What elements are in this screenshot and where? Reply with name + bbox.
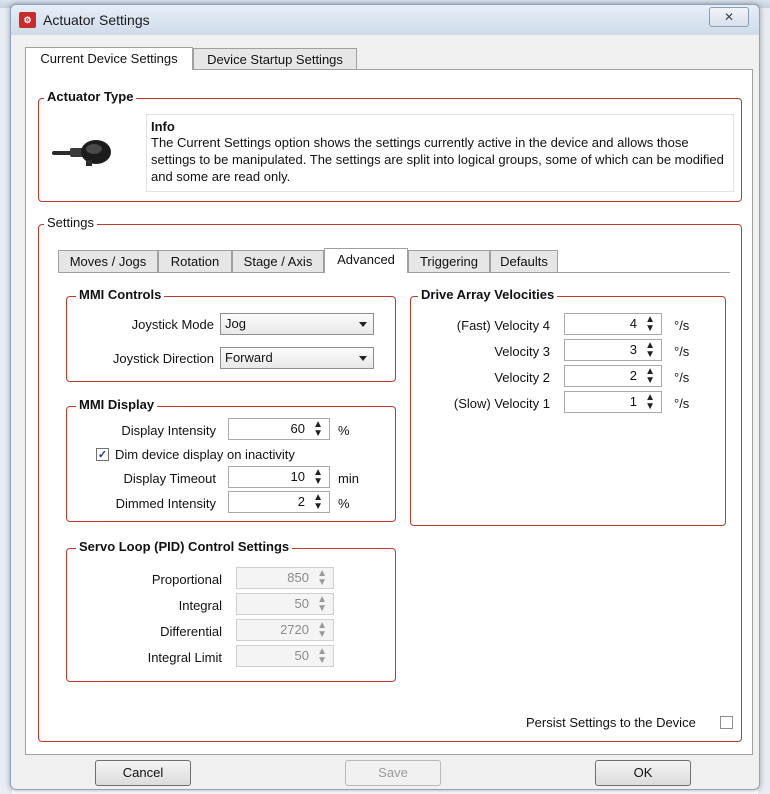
velocity-3-unit: °/s (674, 344, 690, 359)
velocity-4-label: (Fast) Velocity 4 (456, 318, 550, 333)
spinner-arrows-icon[interactable]: ▲ ▼ (313, 468, 323, 487)
close-button[interactable]: ✕ (709, 7, 749, 27)
differential-input: 2720 ▲ ▼ (236, 619, 334, 641)
dim-display-checkbox[interactable]: ✓ (96, 448, 109, 461)
velocity-1-unit: °/s (674, 396, 690, 411)
velocity-2-value: 2 (629, 368, 637, 383)
tab-device-startup-settings[interactable]: Device Startup Settings (193, 48, 357, 69)
chevron-down-icon (359, 322, 367, 327)
spinner-arrows-icon[interactable]: ▲ ▼ (645, 367, 655, 386)
spinner-arrows-icon[interactable]: ▲ ▼ (313, 420, 323, 439)
dim-display-label: Dim device display on inactivity (115, 447, 295, 462)
differential-label: Differential (160, 624, 222, 639)
spinner-arrows-icon: ▲ ▼ (317, 568, 327, 588)
actuator-type-legend: Actuator Type (44, 89, 137, 104)
velocity-4-input[interactable]: 4 ▲ ▼ (564, 313, 662, 335)
velocity-4-unit: °/s (674, 318, 690, 333)
display-timeout-value: 10 (290, 469, 305, 484)
spinner-arrows-icon[interactable]: ▲ ▼ (313, 493, 323, 512)
ok-button[interactable]: OK (595, 760, 691, 786)
save-button[interactable]: Save (345, 760, 441, 786)
info-title: Info (151, 119, 175, 134)
velocity-2-label: Velocity 2 (494, 370, 550, 385)
velocity-3-value: 3 (629, 342, 637, 357)
velocity-2-input[interactable]: 2 ▲ ▼ (564, 365, 662, 387)
joystick-mode-select[interactable]: Jog (220, 313, 374, 335)
actuator-settings-dialog: ⚙ Actuator Settings ✕ Current Device Set… (10, 4, 760, 790)
tab-rotation[interactable]: Rotation (158, 250, 232, 272)
mmi-display-legend: MMI Display (76, 397, 158, 412)
display-intensity-value: 60 (290, 421, 305, 436)
tab-advanced[interactable]: Advanced (324, 248, 408, 273)
velocity-1-value: 1 (629, 394, 637, 409)
velocity-2-unit: °/s (674, 370, 690, 385)
main-panel: Actuator Type Info The Current Settings … (25, 69, 753, 755)
integral-limit-label: Integral Limit (147, 650, 222, 665)
proportional-input: 850 ▲ ▼ (236, 567, 334, 589)
tab-stage-axis[interactable]: Stage / Axis (232, 250, 324, 272)
velocity-3-label: Velocity 3 (494, 344, 550, 359)
tab-moves-jogs[interactable]: Moves / Jogs (58, 250, 158, 272)
spinner-arrows-icon[interactable]: ▲ ▼ (645, 393, 655, 412)
spinner-arrows-icon: ▲ ▼ (317, 646, 327, 666)
tab-current-device-settings[interactable]: Current Device Settings (25, 47, 193, 70)
info-text: The Current Settings option shows the se… (151, 135, 724, 184)
joystick-mode-label: Joystick Mode (131, 317, 214, 332)
drive-array-legend: Drive Array Velocities (418, 287, 558, 302)
dimmed-intensity-unit: % (338, 496, 350, 511)
display-intensity-label: Display Intensity (121, 423, 216, 438)
tab-defaults[interactable]: Defaults (490, 250, 558, 272)
cancel-button[interactable]: Cancel (95, 760, 191, 786)
integral-value: 50 (294, 596, 309, 611)
integral-label: Integral (178, 598, 222, 613)
joystick-mode-value: Jog (225, 316, 246, 331)
dimmed-intensity-input[interactable]: 2 ▲ ▼ (228, 491, 330, 513)
integral-limit-value: 50 (294, 648, 309, 663)
velocity-4-value: 4 (629, 316, 637, 331)
proportional-label: Proportional (151, 572, 222, 587)
display-intensity-input[interactable]: 60 ▲ ▼ (228, 418, 330, 440)
persist-settings-checkbox[interactable] (720, 716, 733, 729)
velocity-1-label: (Slow) Velocity 1 (453, 396, 550, 411)
chevron-down-icon (359, 356, 367, 361)
display-intensity-unit: % (338, 423, 350, 438)
integral-limit-input: 50 ▲ ▼ (236, 645, 334, 667)
dimmed-intensity-label: Dimmed Intensity (115, 496, 216, 511)
proportional-value: 850 (287, 570, 309, 585)
spinner-arrows-icon[interactable]: ▲ ▼ (645, 315, 655, 334)
velocity-1-input[interactable]: 1 ▲ ▼ (564, 391, 662, 413)
settings-legend: Settings (44, 215, 97, 230)
spinner-arrows-icon: ▲ ▼ (317, 620, 327, 640)
info-box: Info The Current Settings option shows t… (146, 114, 734, 192)
spinner-arrows-icon: ▲ ▼ (317, 594, 327, 614)
differential-value: 2720 (280, 622, 309, 637)
joystick-direction-select[interactable]: Forward (220, 347, 374, 369)
servo-loop-legend: Servo Loop (PID) Control Settings (76, 539, 293, 554)
title-bar[interactable]: ⚙ Actuator Settings ✕ (11, 5, 759, 35)
spinner-arrows-icon[interactable]: ▲ ▼ (645, 341, 655, 360)
mmi-controls-legend: MMI Controls (76, 287, 165, 302)
joystick-direction-label: Joystick Direction (112, 351, 214, 366)
velocity-3-input[interactable]: 3 ▲ ▼ (564, 339, 662, 361)
tab-triggering[interactable]: Triggering (408, 250, 490, 272)
joystick-direction-value: Forward (225, 350, 273, 365)
integral-input: 50 ▲ ▼ (236, 593, 334, 615)
display-timeout-input[interactable]: 10 ▲ ▼ (228, 466, 330, 488)
mmi-controls-group (66, 296, 396, 382)
dimmed-intensity-value: 2 (297, 494, 305, 509)
window-title: Actuator Settings (43, 12, 150, 28)
actuator-device-icon (52, 134, 118, 168)
display-timeout-unit: min (338, 471, 359, 486)
app-icon: ⚙ (19, 12, 36, 28)
display-timeout-label: Display Timeout (123, 471, 216, 486)
persist-settings-label: Persist Settings to the Device (526, 715, 696, 730)
